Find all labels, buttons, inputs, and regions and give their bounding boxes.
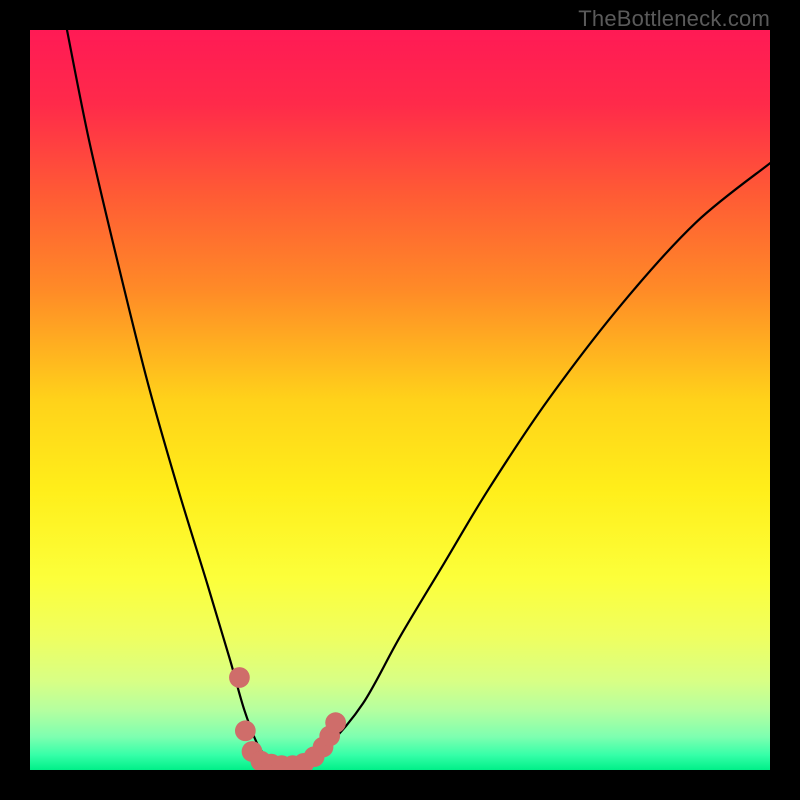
watermark-text: TheBottleneck.com — [578, 6, 770, 32]
curve-marker — [235, 720, 256, 741]
curve-marker — [325, 712, 346, 733]
curve-marker — [229, 667, 250, 688]
bottleneck-curve — [30, 30, 770, 770]
chart-frame — [30, 30, 770, 770]
